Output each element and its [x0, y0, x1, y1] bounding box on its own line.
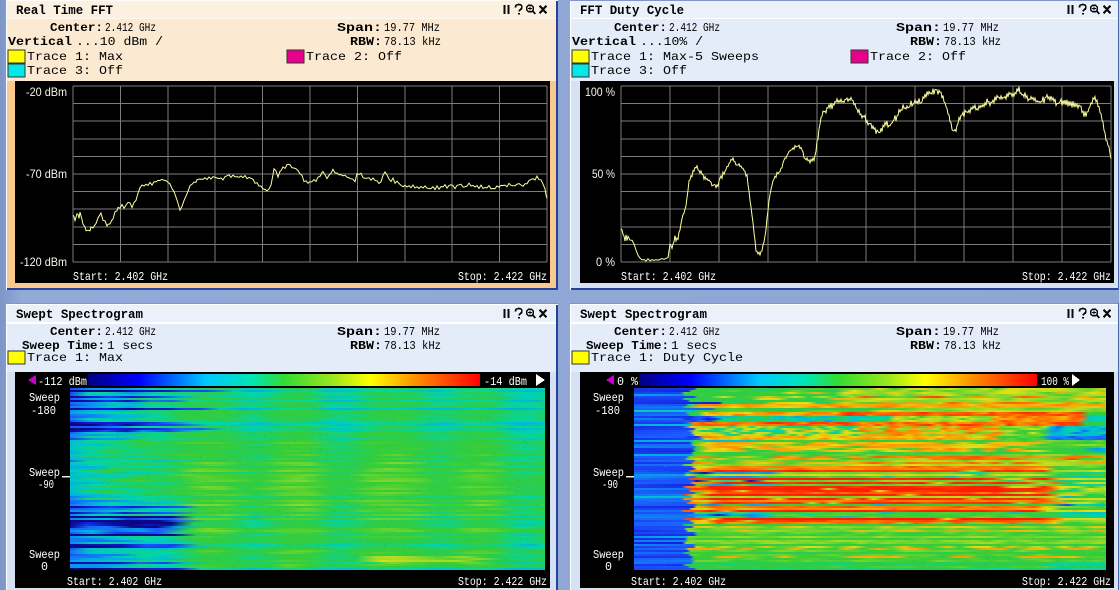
svg-text:Trace 1: Max: Trace 1: Max	[27, 50, 123, 64]
svg-text:Span:: Span:	[337, 325, 382, 339]
svg-text:78.13 kHz: 78.13 kHz	[384, 35, 441, 49]
svg-text:Stop: 2.422 GHz: Stop: 2.422 GHz	[1022, 270, 1111, 284]
svg-text:Center:: Center:	[50, 325, 103, 339]
svg-text:Trace 3: Off: Trace 3: Off	[591, 64, 687, 78]
svg-text:78.13 kHz: 78.13 kHz	[384, 339, 441, 353]
svg-text:Trace 1: Max-5 Sweeps: Trace 1: Max-5 Sweeps	[591, 50, 759, 64]
svg-text:Start: 2.402 GHz: Start: 2.402 GHz	[67, 575, 162, 589]
svg-text:-70 dBm: -70 dBm	[26, 167, 67, 181]
svg-text:Sweep: Sweep	[29, 392, 60, 405]
svg-text:100 %: 100 %	[1041, 375, 1070, 389]
svg-text:-90: -90	[38, 479, 54, 492]
svg-text:Vertical: Vertical	[572, 35, 636, 49]
svg-text:Sweep: Sweep	[593, 392, 624, 405]
svg-text:RBW:: RBW:	[910, 339, 942, 353]
svg-text:Start: 2.402 GHz: Start: 2.402 GHz	[73, 270, 168, 284]
svg-text:-120 dBm: -120 dBm	[20, 255, 67, 269]
svg-text:Real Time FFT: Real Time FFT	[16, 3, 113, 18]
svg-text:50 %: 50 %	[592, 167, 615, 181]
svg-text:100 %: 100 %	[585, 85, 615, 99]
svg-text:RBW:: RBW:	[350, 339, 382, 353]
svg-text:Stop: 2.422 GHz: Stop: 2.422 GHz	[458, 575, 547, 589]
svg-text:Center:: Center:	[614, 325, 667, 339]
svg-text:19.77 MHz: 19.77 MHz	[384, 21, 440, 35]
svg-text:Trace 2: Off: Trace 2: Off	[870, 50, 966, 64]
svg-text:Vertical: Vertical	[8, 35, 72, 49]
svg-text:Trace 3: Off: Trace 3: Off	[27, 64, 123, 78]
svg-text:0: 0	[41, 561, 48, 574]
svg-text:Stop: 2.422 GHz: Stop: 2.422 GHz	[458, 270, 547, 284]
svg-text:Trace 1: Max: Trace 1: Max	[27, 351, 123, 365]
svg-text:FFT Duty Cycle: FFT Duty Cycle	[580, 3, 684, 18]
svg-text:Start: 2.402 GHz: Start: 2.402 GHz	[631, 575, 726, 589]
svg-text:RBW:: RBW:	[910, 35, 942, 49]
svg-text:Center:: Center:	[614, 21, 667, 35]
svg-text:-180: -180	[595, 405, 620, 418]
svg-text:19.77 MHz: 19.77 MHz	[384, 325, 440, 339]
svg-text:0: 0	[605, 561, 612, 574]
svg-text:Trace 2: Off: Trace 2: Off	[306, 50, 402, 64]
svg-text:-20 dBm: -20 dBm	[26, 85, 67, 99]
svg-text:-14 dBm: -14 dBm	[484, 375, 527, 389]
svg-text:Span:: Span:	[337, 21, 382, 35]
svg-text:Swept Spectrogram: Swept Spectrogram	[580, 307, 707, 322]
svg-text:...10 dBm /: ...10 dBm /	[76, 35, 163, 49]
svg-text:78.13 kHz: 78.13 kHz	[944, 339, 1001, 353]
svg-text:Swept Spectrogram: Swept Spectrogram	[16, 307, 143, 322]
svg-text:78.13 kHz: 78.13 kHz	[944, 35, 1001, 49]
svg-text:Trace 1: Duty Cycle: Trace 1: Duty Cycle	[591, 351, 743, 365]
svg-text:Stop: 2.422 GHz: Stop: 2.422 GHz	[1022, 575, 1111, 589]
svg-text:19.77 MHz: 19.77 MHz	[943, 325, 999, 339]
svg-text:0 %: 0 %	[596, 255, 615, 269]
svg-text:RBW:: RBW:	[350, 35, 382, 49]
svg-text:2.412 GHz: 2.412 GHz	[105, 21, 156, 35]
svg-text:-90: -90	[602, 479, 618, 492]
svg-text:-112 dBm: -112 dBm	[38, 375, 87, 389]
svg-text:Span:: Span:	[896, 325, 941, 339]
svg-text:Center:: Center:	[50, 21, 103, 35]
svg-text:2.412 GHz: 2.412 GHz	[669, 21, 720, 35]
svg-text:19.77 MHz: 19.77 MHz	[943, 21, 999, 35]
svg-text:2.412 GHz: 2.412 GHz	[669, 325, 720, 339]
svg-text:-180: -180	[31, 405, 56, 418]
svg-text:...10% /: ...10% /	[640, 35, 703, 49]
svg-text:Start: 2.402 GHz: Start: 2.402 GHz	[621, 270, 716, 284]
svg-text:0 %: 0 %	[617, 375, 639, 389]
svg-text:Span:: Span:	[896, 21, 941, 35]
svg-text:2.412 GHz: 2.412 GHz	[105, 325, 156, 339]
